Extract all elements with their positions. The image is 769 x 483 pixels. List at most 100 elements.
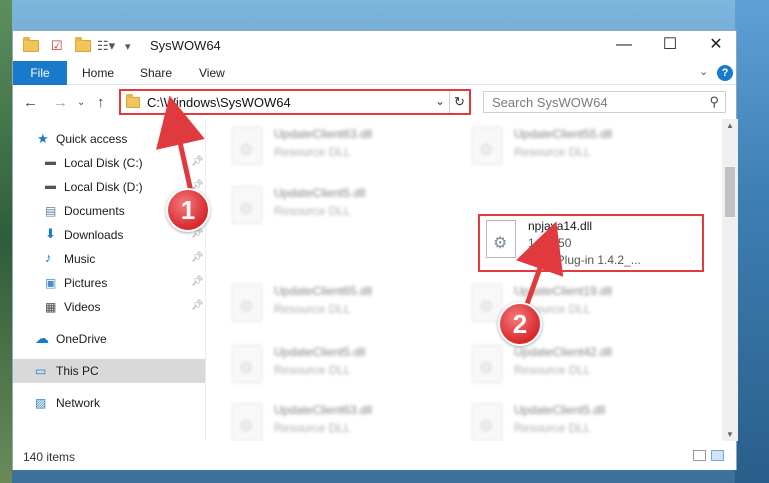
sidebar-item-pictures[interactable]: ▣ Pictures 📌︎ — [13, 271, 205, 295]
pin-icon[interactable]: 📌︎ — [191, 156, 204, 167]
pin-icon[interactable]: 📌︎ — [191, 252, 204, 263]
details-view-icon[interactable] — [693, 450, 706, 461]
pin-icon[interactable]: 📌︎ — [191, 300, 204, 311]
ribbon: File Home Share View ⌄ ? — [13, 61, 736, 85]
sidebar-item-onedrive[interactable]: ☁ OneDrive — [13, 327, 205, 351]
dll-file-icon — [232, 127, 262, 165]
file-tab[interactable]: File — [13, 61, 67, 85]
search-icon[interactable]: ⚲ — [709, 94, 719, 110]
vertical-scrollbar[interactable]: ▲ ▼ — [722, 119, 738, 441]
file-name: UpdateClient5.dll — [514, 403, 606, 417]
sidebar-item-quick-access[interactable]: ★ Quick access — [13, 127, 205, 151]
star-icon: ★ — [37, 131, 49, 146]
file-item[interactable]: UpdateClient5.dll Resource DLL — [226, 182, 446, 230]
tab-share[interactable]: Share — [140, 61, 172, 85]
dll-file-icon — [472, 403, 502, 441]
recent-locations-icon[interactable]: ⌄ — [77, 97, 85, 108]
sidebar-item-label: This PC — [56, 364, 99, 378]
dll-file-icon — [232, 186, 262, 224]
file-name: UpdateClient19.dll — [514, 284, 613, 298]
file-name: UpdateClient5.dll — [274, 186, 366, 200]
minimize-button[interactable]: — — [601, 31, 647, 61]
cloud-icon: ☁ — [35, 330, 49, 346]
file-type: Resource DLL — [274, 302, 351, 316]
computer-icon: ▭ — [35, 364, 47, 378]
address-bar[interactable]: C:\Windows\SysWOW64 ⌄ ↻ — [119, 89, 471, 115]
close-button[interactable]: ✕ — [693, 31, 739, 61]
large-icons-view-icon[interactable] — [711, 450, 724, 461]
pin-icon[interactable]: 📌︎ — [191, 276, 204, 287]
file-item[interactable]: UpdateClient55.dll Resource DLL — [466, 123, 686, 171]
file-item[interactable]: UpdateClient5.dll Resource DLL — [226, 341, 446, 389]
sidebar-item-local-disk-c[interactable]: ▬ Local Disk (C:) 📌︎ — [13, 151, 205, 175]
address-folder-icon — [126, 94, 140, 108]
sidebar-item-label: Documents — [64, 204, 125, 218]
address-dropdown-icon[interactable]: ⌄ — [435, 94, 445, 108]
file-name: UpdateClient65.dll — [274, 284, 373, 298]
file-type: Resource DLL — [514, 421, 591, 435]
file-name: UpdateClient42.dll — [514, 345, 613, 359]
file-item[interactable]: UpdateClient63.dll Resource DLL — [226, 399, 446, 441]
sidebar-item-network[interactable]: ▨ Network — [13, 391, 205, 415]
dll-file-icon — [472, 127, 502, 165]
videos-icon: ▦ — [45, 300, 57, 314]
annotation-badge-2: 2 — [498, 302, 542, 346]
sidebar-item-label: Music — [64, 252, 96, 266]
sidebar-item-music[interactable]: ♪ Music 📌︎ — [13, 247, 205, 271]
file-item[interactable]: UpdateClient63.dll Resource DLL — [226, 123, 446, 171]
maximize-button[interactable]: ☐ — [647, 31, 693, 61]
annotation-badge-1: 1 — [166, 188, 210, 232]
scroll-thumb[interactable] — [725, 167, 735, 217]
download-icon: ⬇ — [45, 226, 56, 241]
new-folder-icon[interactable] — [75, 37, 91, 54]
sidebar-item-label: Pictures — [64, 276, 108, 290]
window-folder-icon — [23, 37, 39, 54]
desktop-background-left — [0, 0, 12, 483]
file-type: Resource DLL — [274, 421, 351, 435]
title-bar: ☑ ☷▾ ▾ SysWOW64 — ☐ ✕ — [13, 31, 736, 61]
documents-icon: ▤ — [45, 204, 57, 218]
file-item[interactable]: UpdateClient42.dll Resource DLL — [466, 341, 686, 389]
file-name: UpdateClient63.dll — [274, 403, 373, 417]
scroll-down-icon[interactable]: ▼ — [726, 430, 734, 439]
help-icon[interactable]: ? — [717, 65, 733, 81]
up-arrow-icon[interactable]: ↑ — [97, 94, 105, 111]
properties-icon[interactable]: ☑ — [51, 38, 63, 54]
scroll-up-icon[interactable]: ▲ — [726, 121, 734, 130]
sidebar-item-videos[interactable]: ▦ Videos 📌︎ — [13, 295, 205, 319]
sidebar-item-label: OneDrive — [56, 332, 107, 346]
navigation-pane: ★ Quick access ▬ Local Disk (C:) 📌︎ ▬ Lo… — [13, 119, 205, 441]
forward-arrow-icon[interactable]: → — [53, 94, 68, 111]
refresh-icon[interactable]: ↻ — [449, 91, 469, 113]
customize-quick-access-icon[interactable]: ☷▾ — [97, 38, 115, 54]
file-name: UpdateClient55.dll — [514, 127, 613, 141]
item-count: 140 items — [23, 450, 76, 464]
dll-file-icon — [232, 345, 262, 383]
pictures-icon: ▣ — [45, 276, 57, 290]
desktop-background-right — [735, 0, 769, 483]
tab-view[interactable]: View — [199, 61, 225, 85]
drive-icon: ▬ — [45, 180, 56, 192]
navigation-bar: ← → ⌄ ↑ C:\Windows\SysWOW64 ⌄ ↻ Search S… — [13, 85, 736, 119]
file-item[interactable]: UpdateClient65.dll Resource DLL — [226, 280, 446, 328]
sidebar-item-this-pc[interactable]: ▭ This PC — [13, 359, 205, 383]
dll-file-icon — [232, 403, 262, 441]
tab-home[interactable]: Home — [82, 61, 114, 85]
file-type: Resource DLL — [274, 145, 351, 159]
file-name: UpdateClient63.dll — [274, 127, 373, 141]
sidebar-item-label: Local Disk (D:) — [64, 180, 143, 194]
drive-icon: ▬ — [45, 156, 56, 168]
music-icon: ♪ — [45, 250, 52, 265]
network-icon: ▨ — [35, 396, 47, 410]
expand-ribbon-icon[interactable]: ⌄ — [699, 65, 708, 78]
file-item[interactable]: UpdateClient5.dll Resource DLL — [466, 399, 686, 441]
quick-access-dropdown-icon[interactable]: ▾ — [125, 38, 131, 54]
sidebar-item-label: Videos — [64, 300, 101, 314]
status-bar: 140 items — [13, 441, 736, 470]
search-box[interactable]: Search SysWOW64 ⚲ — [483, 91, 726, 113]
back-arrow-icon[interactable]: ← — [23, 94, 38, 111]
dll-file-icon — [472, 345, 502, 383]
highlight-box-file — [478, 214, 704, 272]
file-type: Resource DLL — [274, 363, 351, 377]
file-name: UpdateClient5.dll — [274, 345, 366, 359]
